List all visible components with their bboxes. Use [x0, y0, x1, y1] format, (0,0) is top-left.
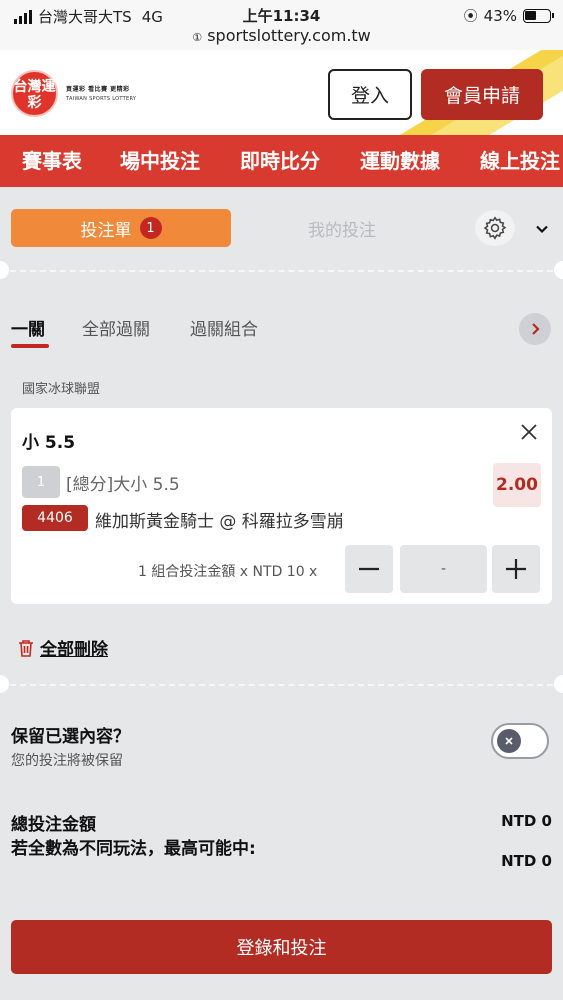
battery-icon: [523, 9, 554, 23]
divider: [10, 684, 553, 686]
logo-slogans: 買運彩 看比賽 更精彩: [66, 86, 130, 93]
battery-info: ⦿ 43%: [463, 6, 554, 26]
notch: [0, 261, 9, 279]
stake-input[interactable]: -: [400, 545, 487, 593]
collapse-button[interactable]: [531, 218, 553, 240]
odds-value: 2.00: [493, 463, 541, 507]
betslip-count-badge: 1: [139, 217, 162, 239]
game-code: 4406: [22, 505, 88, 531]
nav-item-sports-data[interactable]: 運動數據: [360, 135, 440, 187]
status-bar: 台灣大哥大TS 4G 上午11:34 ① sportslottery.com.t…: [0, 0, 563, 50]
plus-icon: [506, 559, 526, 579]
divider: [10, 270, 553, 272]
max-win-value: NTD 0: [501, 852, 552, 870]
tab-all-parlay[interactable]: 全部過關: [82, 315, 150, 340]
login-button[interactable]: 登入: [328, 69, 412, 120]
selection-card: 小 5.5 1 [總分]大小 5.5 2.00 4406 維加斯黃金騎士 @ 科…: [11, 408, 552, 604]
tab-my-bets[interactable]: 我的投注: [272, 209, 412, 247]
site-header: 台灣運彩 買運彩 看比賽 更精彩 TAIWAN SPORTS LOTTERY 登…: [0, 50, 563, 135]
total-stake-label: 總投注金額: [11, 815, 96, 835]
logo[interactable]: 台灣運彩: [11, 70, 58, 117]
selection-title: 小 5.5: [22, 433, 76, 453]
notch: [554, 261, 563, 279]
trash-icon: [19, 639, 33, 657]
chevron-down-icon: [536, 225, 548, 234]
bet-type-tabs: 一關 全部過關 過關組合: [0, 300, 563, 352]
logo-english: TAIWAN SPORTS LOTTERY: [66, 96, 137, 102]
tab-single[interactable]: 一關: [11, 315, 45, 340]
stake-label: 1 組合投注金額 x NTD 10 x: [138, 564, 318, 580]
nav-item-schedule[interactable]: 賽事表: [22, 135, 82, 187]
remove-selection-button[interactable]: [517, 420, 541, 444]
nav-item-live-betting[interactable]: 場中投注: [120, 135, 200, 187]
max-win-label: 若全數為不同玩法，最高可能中:: [11, 839, 256, 859]
notch: [554, 675, 563, 693]
tab-betslip-label: 投注單: [80, 220, 132, 241]
close-icon: [505, 737, 513, 745]
address-bar[interactable]: ① sportslottery.com.tw: [0, 26, 563, 45]
main-nav: 賽事表 場中投注 即時比分 運動數據 線上投注: [0, 135, 563, 187]
selection-number: 1: [22, 466, 60, 498]
lock-icon: ①: [192, 31, 203, 44]
increase-stake-button[interactable]: [492, 545, 540, 593]
market-name: [總分]大小 5.5: [66, 475, 180, 495]
notch: [0, 675, 9, 693]
nav-item-online-betting[interactable]: 線上投注: [480, 135, 560, 187]
active-tab-indicator: [11, 344, 49, 348]
total-stake-value: NTD 0: [501, 812, 552, 830]
tab-betslip[interactable]: 投注單 1: [11, 209, 231, 247]
gear-icon: [483, 216, 507, 240]
minus-icon: [359, 567, 379, 571]
close-icon: [521, 424, 537, 440]
keep-selections-subtitle: 您的投注將被保留: [11, 753, 123, 769]
tab-parlay-combo[interactable]: 過關組合: [190, 315, 258, 340]
scroll-right-button[interactable]: [519, 313, 551, 345]
keep-selections-toggle[interactable]: [491, 723, 549, 759]
delete-all-button[interactable]: 全部刪除: [18, 635, 108, 660]
delete-all-label: 全部刪除: [40, 640, 108, 660]
match-name: 維加斯黃金騎士 @ 科羅拉多雪崩: [95, 512, 344, 532]
url-text: sportslottery.com.tw: [207, 26, 371, 45]
battery-percent: 43%: [483, 7, 517, 25]
register-button[interactable]: 會員申請: [421, 69, 543, 120]
toggle-knob: [497, 729, 521, 753]
keep-selections-title: 保留已選內容？: [11, 727, 130, 747]
settings-button[interactable]: [475, 210, 515, 246]
decrease-stake-button[interactable]: [345, 545, 393, 593]
chevron-right-icon: [532, 323, 540, 335]
league-name: 國家冰球聯盟: [22, 382, 101, 397]
login-and-bet-button[interactable]: 登錄和投注: [11, 920, 552, 974]
orientation-lock-icon: ⦿: [463, 9, 478, 25]
nav-item-live-scores[interactable]: 即時比分: [240, 135, 320, 187]
